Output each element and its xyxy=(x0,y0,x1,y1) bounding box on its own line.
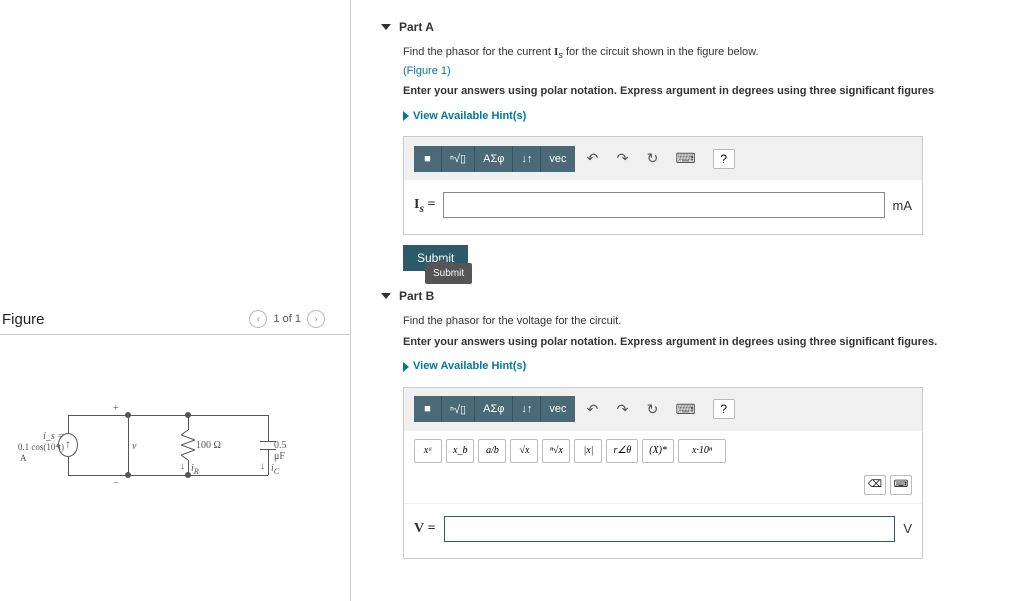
pager-text: 1 of 1 xyxy=(273,313,301,325)
figure-heading: Figure xyxy=(2,311,45,328)
next-figure-button[interactable]: › xyxy=(307,310,325,328)
var-label-is: Is = xyxy=(414,194,435,217)
minus-label: − xyxy=(113,478,119,489)
answer-input-b[interactable] xyxy=(444,516,896,542)
hints-link-a[interactable]: View Available Hint(s) xyxy=(403,108,1014,125)
part-b-title: Part B xyxy=(399,289,434,303)
xb-button[interactable]: x_b xyxy=(446,439,474,463)
unit-v: V xyxy=(903,519,912,539)
submit-tooltip: Submit xyxy=(425,263,472,284)
sci-button[interactable]: x·10ⁿ xyxy=(678,439,726,463)
answer-input-a[interactable] xyxy=(443,192,884,218)
part-a-header[interactable]: Part A xyxy=(381,20,1014,34)
conj-button[interactable]: (X)* xyxy=(642,439,674,463)
part-b-instruction: Find the phasor for the voltage for the … xyxy=(403,313,1014,330)
angle-button[interactable]: r∠θ xyxy=(606,439,638,463)
caret-right-icon xyxy=(403,362,409,372)
is-unit: A xyxy=(20,453,27,463)
part-a-format: Enter your answers using polar notation.… xyxy=(403,83,1014,100)
hints-link-b[interactable]: View Available Hint(s) xyxy=(403,358,1014,375)
is-label: i_s = xyxy=(6,431,64,442)
sqrt-button[interactable]: ⁿ√▯ xyxy=(442,396,475,422)
greek-button[interactable]: ΑΣφ xyxy=(475,146,513,172)
keyboard-toggle-button[interactable]: ⌨ xyxy=(890,475,912,495)
formula-tool-group: ■ ⁿ√▯ ΑΣφ ↓↑ vec xyxy=(414,396,575,422)
help-button[interactable]: ? xyxy=(713,149,735,169)
part-b-header[interactable]: Part B xyxy=(381,289,1014,303)
undo-button[interactable]: ↶ xyxy=(581,145,605,172)
v-label: v xyxy=(132,441,136,452)
backspace-button[interactable]: ⌫ xyxy=(864,475,886,495)
answer-box-b: ■ ⁿ√▯ ΑΣφ ↓↑ vec ↶ ↷ ↻ ⌨ ? xᵃ x_b a/b xyxy=(403,387,923,559)
redo-button[interactable]: ↷ xyxy=(611,145,635,172)
template-button[interactable]: ■ xyxy=(414,146,442,172)
answer-box-a: ■ ⁿ√▯ ΑΣφ ↓↑ vec ↶ ↷ ↻ ⌨ ? Is = mA xyxy=(403,136,923,235)
c-label: 0.5 μF xyxy=(274,440,288,462)
help-button[interactable]: ? xyxy=(713,399,735,419)
sqrt-button[interactable]: ⁿ√▯ xyxy=(442,146,475,172)
is-value: 0.1 cos(10⁴t) xyxy=(2,442,64,452)
part-a-title: Part A xyxy=(399,20,434,34)
formula-tool-group: ■ ⁿ√▯ ΑΣφ ↓↑ vec xyxy=(414,146,575,172)
sqrt-x-button[interactable]: √x xyxy=(510,439,538,463)
abs-button[interactable]: |x| xyxy=(574,439,602,463)
part-b-format: Enter your answers using polar notation.… xyxy=(403,334,1014,351)
var-label-v: V = xyxy=(414,518,436,539)
caret-right-icon xyxy=(403,111,409,121)
figure-link[interactable]: (Figure 1) xyxy=(403,63,1014,80)
r-label: 100 Ω xyxy=(196,440,221,451)
vec-button[interactable]: vec xyxy=(541,396,574,422)
updown-button[interactable]: ↓↑ xyxy=(513,396,541,422)
updown-button[interactable]: ↓↑ xyxy=(513,146,541,172)
frac-button[interactable]: a/b xyxy=(478,439,506,463)
keyboard-button[interactable]: ⌨ xyxy=(671,396,701,423)
ir-label: iR xyxy=(191,463,199,476)
vec-button[interactable]: vec xyxy=(541,146,574,172)
ic-label: iC xyxy=(271,463,279,476)
template-button[interactable]: ■ xyxy=(414,396,442,422)
unit-ma: mA xyxy=(893,196,913,216)
redo-button[interactable]: ↷ xyxy=(611,396,635,423)
caret-down-icon xyxy=(381,293,391,299)
part-a-instruction: Find the phasor for the current Is for t… xyxy=(403,44,1014,63)
reset-button[interactable]: ↻ xyxy=(641,396,665,423)
greek-button[interactable]: ΑΣφ xyxy=(475,396,513,422)
caret-down-icon xyxy=(381,24,391,30)
nsqrt-button[interactable]: ⁿ√x xyxy=(542,439,570,463)
figure-pager: ‹ 1 of 1 › xyxy=(249,310,325,328)
xa-button[interactable]: xᵃ xyxy=(414,439,442,463)
plus-label: + xyxy=(113,403,119,414)
keyboard-button[interactable]: ⌨ xyxy=(671,145,701,172)
undo-button[interactable]: ↶ xyxy=(581,396,605,423)
reset-button[interactable]: ↻ xyxy=(641,145,665,172)
circuit-diagram: ↑ + − v i_s = 0.1 cos(10⁴t) xyxy=(28,405,288,495)
prev-figure-button[interactable]: ‹ xyxy=(249,310,267,328)
